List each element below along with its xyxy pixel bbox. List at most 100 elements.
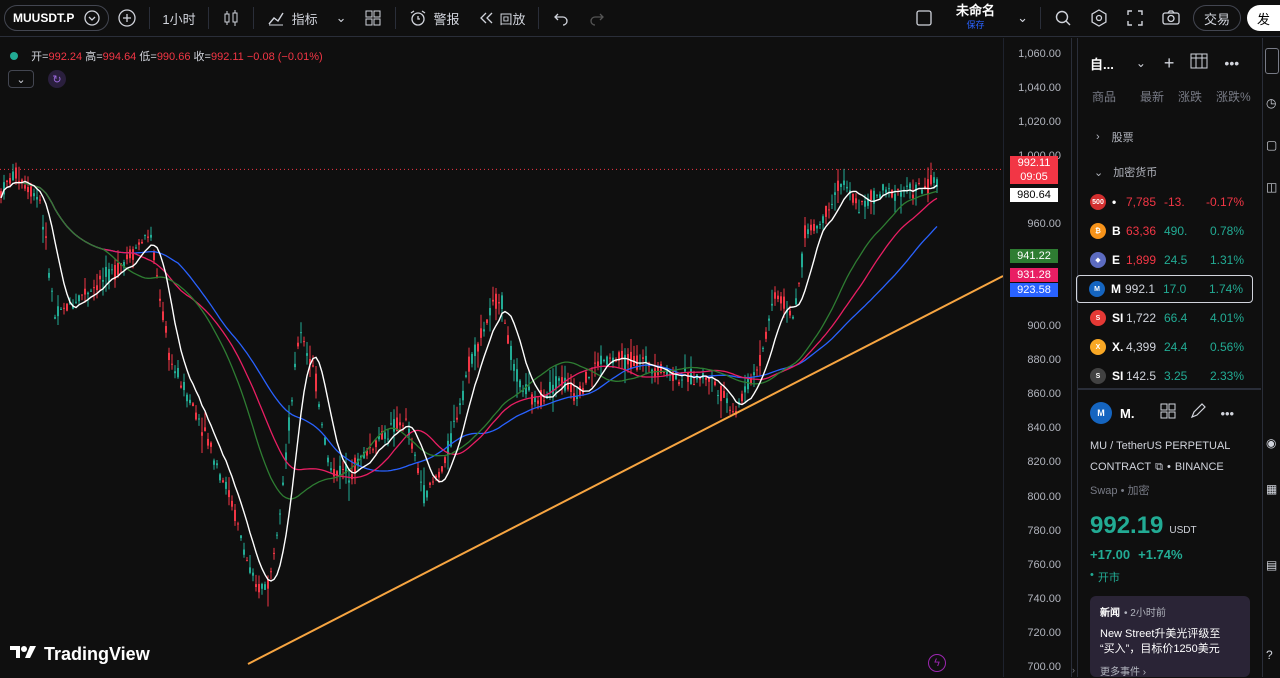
- news-card[interactable]: 新闻 • 2小时前 New Street升美光评级至 “买入”，目标价1250美…: [1090, 596, 1250, 678]
- indicators-button[interactable]: 指标 ⌄: [258, 0, 355, 37]
- candle-body: [870, 190, 872, 201]
- divider: [207, 7, 209, 29]
- price-tick-label: 800.00: [1027, 490, 1061, 503]
- chart-pane[interactable]: [0, 38, 1003, 677]
- more-icon[interactable]: •••: [1220, 406, 1234, 421]
- add-symbol-button[interactable]: [109, 0, 145, 37]
- settings-button[interactable]: [1081, 0, 1117, 37]
- group-crypto[interactable]: ⌄ 加密货币: [1078, 162, 1261, 182]
- watchlist-row[interactable]: ₿ B 63,36 490. 0.78%: [1078, 217, 1261, 245]
- candle-body: [351, 474, 353, 480]
- watchlist-row[interactable]: S SI 142.5 3.25 2.33%: [1078, 362, 1261, 390]
- ideas-icon[interactable]: ◫: [1266, 180, 1277, 194]
- dividends-button[interactable]: ↻: [48, 70, 66, 88]
- group-stocks-label: 股票: [1111, 132, 1134, 144]
- details-last-price: 992.19: [1090, 512, 1164, 539]
- candle-body: [483, 329, 485, 332]
- candle-body: [747, 378, 749, 390]
- candle-body: [24, 185, 26, 189]
- trade-button[interactable]: 交易: [1192, 5, 1241, 31]
- chevron-down-icon[interactable]: ⌄: [336, 10, 347, 26]
- candle-body: [81, 294, 83, 296]
- candle-body: [51, 290, 53, 292]
- price-tick-label: 860.00: [1027, 388, 1061, 401]
- group-stocks[interactable]: › 股票: [1078, 127, 1261, 147]
- candle-body: [6, 180, 8, 183]
- news-icon[interactable]: ◉: [1266, 436, 1276, 450]
- candle-body: [231, 500, 233, 507]
- candle-body: [486, 319, 488, 324]
- candle-body: [405, 418, 407, 420]
- candle-body: [375, 440, 377, 448]
- watchlist-row[interactable]: S SI 1,722 66.4 4.01%: [1078, 304, 1261, 332]
- watchlist-row[interactable]: ◆ E 1,899 24.5 1.31%: [1078, 246, 1261, 274]
- alarm-clock-icon: [408, 8, 428, 28]
- candle-body: [420, 481, 422, 483]
- undo-button[interactable]: [543, 0, 579, 37]
- symbol-search[interactable]: MUUSDT.P: [4, 5, 110, 31]
- compare-icon[interactable]: [82, 8, 102, 28]
- high-label: 高=: [85, 51, 103, 63]
- candle-body: [861, 200, 863, 202]
- candle-body: [210, 442, 212, 447]
- redo-button[interactable]: [579, 0, 615, 37]
- watchlist-row[interactable]: 500 • 7,785 -13. -0.17%: [1078, 188, 1261, 216]
- grid-icon[interactable]: [1160, 403, 1176, 424]
- edit-icon[interactable]: [1190, 402, 1207, 424]
- row-symbol: E: [1112, 253, 1121, 267]
- chevron-right-icon[interactable]: ›: [1072, 665, 1075, 675]
- candle-body: [399, 422, 401, 426]
- price-chart[interactable]: [0, 38, 1003, 677]
- watchlist-row[interactable]: M M 992.1 17.0 1.74%: [1076, 275, 1253, 303]
- candle-body: [456, 417, 458, 420]
- candle-body: [84, 288, 86, 295]
- lightning-button[interactable]: ϟ: [928, 654, 946, 672]
- legend-collapse-button[interactable]: ⌄: [8, 70, 34, 88]
- candle-body: [246, 560, 248, 562]
- fullscreen-button[interactable]: [1117, 0, 1153, 37]
- candle-body: [825, 205, 827, 217]
- col-last[interactable]: 最新: [1140, 88, 1178, 110]
- publish-button[interactable]: 发: [1246, 5, 1280, 31]
- interval-button[interactable]: 1小时: [154, 0, 203, 37]
- layouts-button[interactable]: [355, 0, 391, 37]
- candle-body: [549, 381, 551, 392]
- tradingview-logo[interactable]: TradingView: [10, 644, 150, 665]
- price-axis[interactable]: 1,060.001,040.001,020.001,000.00960.0090…: [1003, 38, 1071, 677]
- add-symbol-icon[interactable]: +: [1164, 53, 1175, 74]
- col-symbol[interactable]: 商品: [1092, 88, 1130, 110]
- candle-type-button[interactable]: [213, 0, 249, 37]
- quick-search-button[interactable]: [1045, 0, 1081, 37]
- candle-body: [705, 377, 707, 380]
- candle-body: [225, 481, 227, 489]
- candle-body: [603, 360, 605, 362]
- more-icon[interactable]: •••: [1224, 55, 1239, 71]
- chevron-down-icon[interactable]: ⌄: [1136, 56, 1146, 70]
- news-tag: 新闻: [1100, 608, 1120, 619]
- candle-body: [282, 482, 284, 485]
- candle-body: [306, 353, 308, 356]
- watchlist-row[interactable]: X X. 4,399 24.4 0.56%: [1078, 333, 1261, 361]
- clock-icon[interactable]: ◷: [1266, 96, 1276, 110]
- watchlist-title[interactable]: 自...: [1090, 54, 1114, 73]
- more-events-link[interactable]: 更多事件 ›: [1100, 663, 1240, 678]
- col-change-pct[interactable]: 涨跌%: [1216, 88, 1256, 110]
- chat-icon[interactable]: ▢: [1266, 138, 1277, 152]
- details-symbol[interactable]: M.: [1120, 406, 1134, 421]
- redo-icon: [587, 8, 607, 28]
- layout-toggle-button[interactable]: [906, 0, 942, 37]
- snapshot-button[interactable]: [1153, 0, 1189, 37]
- replay-button[interactable]: 回放: [468, 0, 534, 37]
- alert-button[interactable]: 警报: [400, 0, 468, 37]
- table-view-icon[interactable]: [1190, 53, 1208, 74]
- layout-name-button[interactable]: 未命名 保存: [942, 0, 1009, 37]
- calendar-icon[interactable]: ▦: [1266, 482, 1277, 496]
- col-change[interactable]: 涨跌: [1178, 88, 1216, 110]
- watchlist-tab-icon[interactable]: [1265, 48, 1279, 74]
- notifications-icon[interactable]: ▤: [1266, 558, 1277, 572]
- help-icon[interactable]: ?: [1266, 648, 1273, 662]
- candle-body: [894, 193, 896, 201]
- layout-menu-button[interactable]: ⌄: [1009, 0, 1036, 37]
- external-link-icon[interactable]: ⧉: [1155, 461, 1163, 474]
- status-dot: •: [1090, 569, 1094, 581]
